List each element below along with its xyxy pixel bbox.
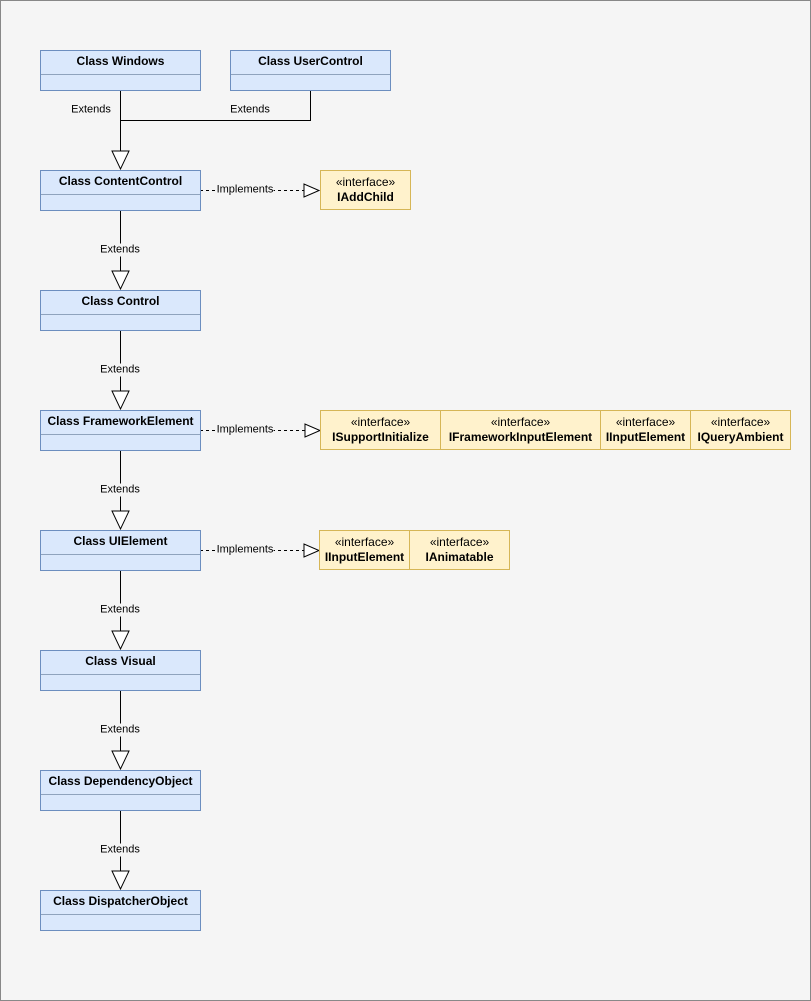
class-name: Class UIElement [41,531,200,555]
class-dispatcherobject[interactable]: Class DispatcherObject [40,890,201,931]
extends-label: Extends [71,103,111,117]
interface-stereotype: «interface» [335,175,396,189]
implements-label: Implements [216,423,274,437]
edge-usercontrol-extends [120,90,311,121]
interface-name: IAnimatable [425,550,494,564]
class-control[interactable]: Class Control [40,290,201,331]
class-name: Class DependencyObject [41,771,200,795]
extends-label: Extends [100,483,140,497]
interface-iinputelement[interactable]: «interface» IInputElement [319,530,410,570]
inheritance-arrowhead [111,270,130,291]
extends-label: Extends [100,843,140,857]
class-name: Class Visual [41,651,200,675]
realization-arrowhead [304,423,322,438]
interfaces-frameworkelement: «interface» ISupportInitialize «interfac… [320,410,791,450]
interface-stereotype: «interface» [710,415,771,429]
interfaces-contentcontrol: «interface» IAddChild [320,170,411,210]
class-windows[interactable]: Class Windows [40,50,201,91]
extends-label: Extends [230,103,270,117]
class-frameworkelement[interactable]: Class FrameworkElement [40,410,201,451]
interface-isupportinitialize[interactable]: «interface» ISupportInitialize [320,410,441,450]
class-visual[interactable]: Class Visual [40,650,201,691]
interface-stereotype: «interface» [429,535,490,549]
interface-iqueryambient[interactable]: «interface» IQueryAmbient [690,410,791,450]
interface-name: ISupportInitialize [332,430,429,444]
class-contentcontrol[interactable]: Class ContentControl [40,170,201,211]
class-name: Class FrameworkElement [41,411,200,435]
inheritance-arrowhead [111,510,130,531]
interfaces-uielement: «interface» IInputElement «interface» IA… [319,530,510,570]
interface-name: IInputElement [605,430,686,444]
interface-iframeworkinputelement[interactable]: «interface» IFrameworkInputElement [440,410,601,450]
interface-stereotype: «interface» [334,535,395,549]
inheritance-arrowhead [111,630,130,651]
extends-label: Extends [100,723,140,737]
extends-label: Extends [100,243,140,257]
interface-ianimatable[interactable]: «interface» IAnimatable [409,530,510,570]
interface-iinputelement[interactable]: «interface» IInputElement [600,410,691,450]
interface-iaddchild[interactable]: «interface» IAddChild [320,170,411,210]
interface-name: IFrameworkInputElement [448,430,593,444]
extends-label: Extends [100,363,140,377]
class-name: Class UserControl [231,51,390,75]
interface-stereotype: «interface» [350,415,411,429]
class-uielement[interactable]: Class UIElement [40,530,201,571]
class-name: Class Windows [41,51,200,75]
interface-name: IAddChild [337,190,394,204]
interface-stereotype: «interface» [615,415,676,429]
class-name: Class ContentControl [41,171,200,195]
inheritance-arrowhead [111,150,130,171]
class-name: Class DispatcherObject [41,891,200,915]
extends-label: Extends [100,603,140,617]
inheritance-arrowhead [111,870,130,891]
interface-name: IQueryAmbient [697,430,784,444]
inheritance-arrowhead [111,390,130,411]
inheritance-arrowhead [111,750,130,771]
class-usercontrol[interactable]: Class UserControl [230,50,391,91]
interface-stereotype: «interface» [490,415,551,429]
realization-arrowhead [303,543,321,558]
realization-arrowhead [303,183,321,198]
class-name: Class Control [41,291,200,315]
implements-label: Implements [216,543,274,557]
interface-name: IInputElement [324,550,405,564]
class-dependencyobject[interactable]: Class DependencyObject [40,770,201,811]
implements-label: Implements [216,183,274,197]
